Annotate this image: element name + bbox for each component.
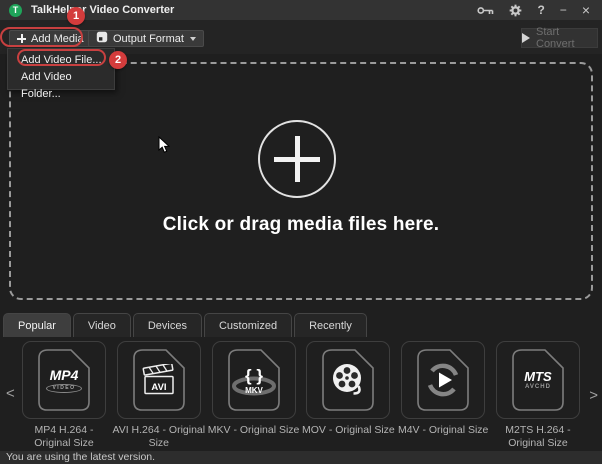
- format-card-box: [306, 341, 391, 419]
- svg-text:{ }: { }: [245, 366, 263, 385]
- tab-recently[interactable]: Recently: [294, 313, 367, 337]
- format-card-mp4[interactable]: MP4 VIDEO MP4 H.264 - Original Size: [22, 341, 106, 450]
- output-format-label: Output Format: [113, 32, 184, 45]
- format-card-m4v[interactable]: M4V - Original Size: [398, 341, 488, 450]
- mp4-badge: MP4: [49, 366, 79, 383]
- annotation-oval-add-media: [0, 27, 83, 47]
- chevron-down-icon: [189, 36, 196, 41]
- minimize-icon[interactable]: −: [560, 4, 567, 16]
- mkv-braces-icon: { } MKV: [231, 366, 276, 396]
- mts-badge: MTS: [524, 369, 552, 384]
- svg-text:AVI: AVI: [151, 382, 166, 393]
- status-bar: You are using the latest version.: [0, 451, 602, 464]
- format-card-box: [401, 341, 486, 419]
- menu-item-add-video-folder[interactable]: Add Video Folder...: [8, 69, 114, 100]
- close-icon[interactable]: ×: [582, 3, 590, 17]
- annotation-oval-add-video-file: [17, 49, 106, 66]
- status-text: You are using the latest version.: [6, 451, 156, 463]
- annotation-step-2-badge: 2: [109, 51, 127, 69]
- format-label: MKV - Original Size: [207, 424, 300, 436]
- format-label: M4V - Original Size: [397, 424, 489, 436]
- window-title: TalkHelper Video Converter: [31, 4, 175, 16]
- format-label: AVI H.264 - Original Size: [112, 424, 206, 450]
- format-card-box: MP4 VIDEO: [22, 341, 106, 419]
- format-label: MOV - Original Size: [302, 424, 395, 436]
- output-format-button[interactable]: Output Format: [88, 30, 204, 47]
- play-refresh-icon: [428, 363, 459, 397]
- scroll-left-arrow[interactable]: <: [6, 385, 15, 402]
- format-card-box: MTS AVCHD: [495, 341, 580, 419]
- film-reel-icon: [333, 364, 362, 395]
- scroll-right-arrow[interactable]: >: [589, 387, 598, 404]
- format-label: M2TS H.264 - Original Size: [505, 424, 571, 450]
- add-media-plus-icon[interactable]: [258, 120, 336, 198]
- drop-zone-hint: Click or drag media files here.: [162, 214, 440, 235]
- output-format-icon: [96, 31, 108, 46]
- tab-popular[interactable]: Popular: [3, 313, 71, 337]
- mts-avchd-sub: AVCHD: [525, 384, 551, 390]
- title-bar: T TalkHelper Video Converter ? − ×: [0, 0, 602, 20]
- format-card-box: { } MKV: [211, 341, 296, 419]
- mp4-video-sub: VIDEO: [46, 383, 82, 393]
- format-card-mov[interactable]: MOV - Original Size: [302, 341, 395, 450]
- start-convert-label: Start Convert: [536, 26, 575, 50]
- annotation-step-1-badge: 1: [67, 7, 85, 25]
- app-logo: T: [9, 3, 22, 17]
- svg-text:MKV: MKV: [245, 386, 263, 395]
- format-card-mts[interactable]: MTS AVCHD M2TS H.264 - Original Size: [495, 341, 580, 450]
- format-card-mkv[interactable]: { } MKV MKV - Original Size: [208, 341, 299, 450]
- format-list: MP4 VIDEO MP4 H.264 - Original Size AVI …: [22, 341, 580, 450]
- tab-video[interactable]: Video: [72, 313, 131, 337]
- start-convert-button[interactable]: Start Convert: [521, 26, 598, 50]
- register-key-icon[interactable]: [477, 5, 494, 16]
- format-card-avi[interactable]: AVI AVI H.264 - Original Size: [113, 341, 205, 450]
- play-icon: [522, 33, 530, 43]
- format-card-box: AVI: [116, 341, 201, 419]
- help-icon[interactable]: ?: [537, 4, 544, 16]
- mouse-cursor: [158, 135, 171, 159]
- format-category-tabs: Popular Video Devices Customized Recentl…: [3, 313, 367, 337]
- tab-devices[interactable]: Devices: [132, 313, 202, 337]
- window-controls: ? − ×: [477, 0, 602, 20]
- tab-customized[interactable]: Customized: [203, 313, 293, 337]
- format-label: MP4 H.264 - Original Size: [34, 424, 94, 450]
- clapperboard-icon: AVI: [142, 363, 174, 394]
- settings-gear-icon[interactable]: [509, 4, 522, 17]
